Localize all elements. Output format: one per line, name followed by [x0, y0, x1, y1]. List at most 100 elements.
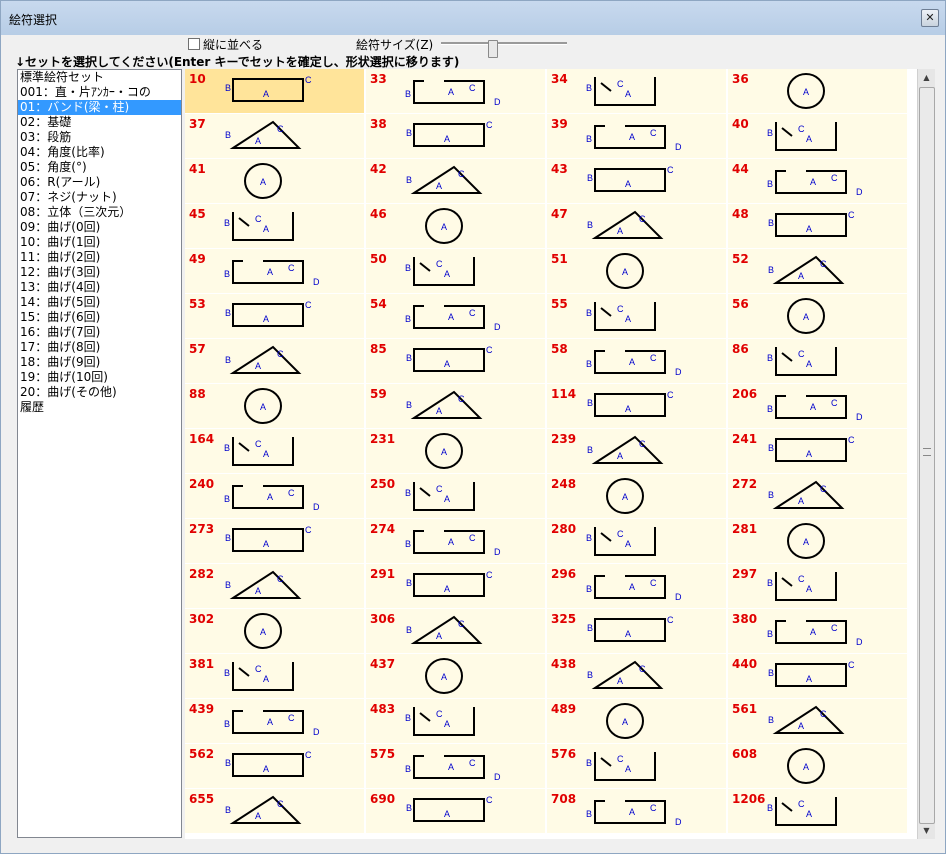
shape-cell[interactable]: 43 A B C — [547, 159, 726, 203]
set-list-item[interactable]: 001：直・片ｱﾝｶｰ・コの — [18, 85, 181, 100]
scroll-up-arrow-icon[interactable]: ▲ — [918, 69, 935, 86]
set-list-item[interactable]: 03：段筋 — [18, 130, 181, 145]
set-list-item[interactable]: 20：曲げ(その他) — [18, 385, 181, 400]
set-list-item[interactable]: 09：曲げ(0回) — [18, 220, 181, 235]
set-list-item[interactable]: 10：曲げ(1回) — [18, 235, 181, 250]
shape-cell[interactable]: 48 A B C — [728, 204, 907, 248]
shape-cell[interactable]: 36 A — [728, 69, 907, 113]
shape-cell[interactable]: 272 A B C — [728, 474, 907, 518]
shape-cell[interactable]: 10 A B C — [185, 69, 364, 113]
shape-cell[interactable]: 282 A B C — [185, 564, 364, 608]
shape-cell[interactable]: 52 A B C — [728, 249, 907, 293]
shape-cell[interactable]: 37 A B C — [185, 114, 364, 158]
shape-cell[interactable]: 561 A B C — [728, 699, 907, 743]
shape-cell[interactable]: 708 A B C D — [547, 789, 726, 833]
set-list-item[interactable]: 14：曲げ(5回) — [18, 295, 181, 310]
shape-cell[interactable]: 53 A B C — [185, 294, 364, 338]
shape-cell[interactable]: 164 A B C — [185, 429, 364, 473]
scroll-thumb[interactable] — [919, 87, 935, 824]
shape-cell[interactable]: 489 A — [547, 699, 726, 743]
shape-cell[interactable]: 206 A B C D — [728, 384, 907, 428]
shape-cell[interactable]: 296 A B C D — [547, 564, 726, 608]
shape-cell[interactable]: 575 A B C D — [366, 744, 545, 788]
set-list-item[interactable]: 19：曲げ(10回) — [18, 370, 181, 385]
shape-cell[interactable]: 88 A — [185, 384, 364, 428]
shape-cell[interactable]: 438 A B C — [547, 654, 726, 698]
shape-cell[interactable]: 280 A B C — [547, 519, 726, 563]
shape-cell[interactable]: 45 A B C — [185, 204, 364, 248]
set-list-item[interactable]: 01：バンド(梁・柱) — [18, 100, 181, 115]
shape-cell[interactable]: 56 A — [728, 294, 907, 338]
shape-cell[interactable]: 273 A B C — [185, 519, 364, 563]
set-list-item[interactable]: 18：曲げ(9回) — [18, 355, 181, 370]
shape-cell[interactable]: 240 A B C D — [185, 474, 364, 518]
shape-cell[interactable]: 281 A — [728, 519, 907, 563]
shape-cell[interactable]: 562 A B C — [185, 744, 364, 788]
shape-cell[interactable]: 58 A B C D — [547, 339, 726, 383]
vertical-checkbox-label[interactable]: 縦に並べる — [203, 36, 263, 53]
vertical-checkbox[interactable] — [188, 38, 200, 50]
set-list-item[interactable]: 02：基礎 — [18, 115, 181, 130]
size-slider-thumb[interactable] — [488, 40, 498, 58]
shape-cell[interactable]: 380 A B C D — [728, 609, 907, 653]
shape-cell[interactable]: 33 A B C D — [366, 69, 545, 113]
shape-cell[interactable]: 250 A B C — [366, 474, 545, 518]
set-list-item[interactable]: 標準絵符セット — [18, 70, 181, 85]
set-list-item[interactable]: 12：曲げ(3回) — [18, 265, 181, 280]
shape-cell[interactable]: 57 A B C — [185, 339, 364, 383]
shape-cell[interactable]: 47 A B C — [547, 204, 726, 248]
shape-cell[interactable]: 42 A B C — [366, 159, 545, 203]
set-list-item[interactable]: 履歴 — [18, 400, 181, 415]
shape-cell[interactable]: 54 A B C D — [366, 294, 545, 338]
shape-cell[interactable]: 55 A B C — [547, 294, 726, 338]
set-list-item[interactable]: 07：ネジ(ナット) — [18, 190, 181, 205]
shape-cell[interactable]: 38 A B C — [366, 114, 545, 158]
set-list-item[interactable]: 04：角度(比率) — [18, 145, 181, 160]
shape-cell[interactable]: 241 A B C — [728, 429, 907, 473]
close-button[interactable]: ✕ — [921, 9, 939, 27]
shape-cell[interactable]: 1206 A B C — [728, 789, 907, 833]
shape-cell[interactable]: 440 A B C — [728, 654, 907, 698]
set-list-item[interactable]: 17：曲げ(8回) — [18, 340, 181, 355]
shape-cell[interactable]: 46 A — [366, 204, 545, 248]
set-list-item[interactable]: 05：角度(°) — [18, 160, 181, 175]
size-slider[interactable] — [441, 40, 567, 58]
shape-cell[interactable]: 85 A B C — [366, 339, 545, 383]
shape-cell[interactable]: 306 A B C — [366, 609, 545, 653]
shape-cell[interactable]: 114 A B C — [547, 384, 726, 428]
vertical-scrollbar[interactable]: ▲ ▼ — [917, 69, 935, 839]
set-list-item[interactable]: 16：曲げ(7回) — [18, 325, 181, 340]
scroll-down-arrow-icon[interactable]: ▼ — [918, 822, 935, 839]
shape-cell[interactable]: 39 A B C D — [547, 114, 726, 158]
shape-cell[interactable]: 655 A B C — [185, 789, 364, 833]
set-list-item[interactable]: 13：曲げ(4回) — [18, 280, 181, 295]
set-list-item[interactable]: 15：曲げ(6回) — [18, 310, 181, 325]
shape-cell[interactable]: 325 A B C — [547, 609, 726, 653]
shape-cell[interactable]: 690 A B C — [366, 789, 545, 833]
shape-cell[interactable]: 40 A B C — [728, 114, 907, 158]
shape-cell[interactable]: 291 A B C — [366, 564, 545, 608]
shape-cell[interactable]: 86 A B C — [728, 339, 907, 383]
shape-cell[interactable]: 231 A — [366, 429, 545, 473]
set-list[interactable]: 標準絵符セット 001：直・片ｱﾝｶｰ・コの 01：バンド(梁・柱) 02：基礎 03：… — [17, 69, 182, 838]
shape-cell[interactable]: 44 A B C D — [728, 159, 907, 203]
set-list-item[interactable]: 08：立体（三次元） — [18, 205, 181, 220]
shape-cell[interactable]: 302 A — [185, 609, 364, 653]
shape-cell[interactable]: 50 A B C — [366, 249, 545, 293]
set-list-item[interactable]: 06：R(アール) — [18, 175, 181, 190]
shape-cell[interactable]: 576 A B C — [547, 744, 726, 788]
shape-cell[interactable]: 437 A — [366, 654, 545, 698]
set-list-item[interactable]: 11：曲げ(2回) — [18, 250, 181, 265]
shape-cell[interactable]: 483 A B C — [366, 699, 545, 743]
shape-cell[interactable]: 41 A — [185, 159, 364, 203]
shape-cell[interactable]: 248 A — [547, 474, 726, 518]
shape-cell[interactable]: 274 A B C D — [366, 519, 545, 563]
shape-cell[interactable]: 59 A B C — [366, 384, 545, 428]
shape-cell[interactable]: 239 A B C — [547, 429, 726, 473]
shape-cell[interactable]: 49 A B C D — [185, 249, 364, 293]
shape-cell[interactable]: 608 A — [728, 744, 907, 788]
shape-cell[interactable]: 439 A B C D — [185, 699, 364, 743]
shape-cell[interactable]: 297 A B C — [728, 564, 907, 608]
shape-cell[interactable]: 381 A B C — [185, 654, 364, 698]
shape-cell[interactable]: 34 A B C — [547, 69, 726, 113]
